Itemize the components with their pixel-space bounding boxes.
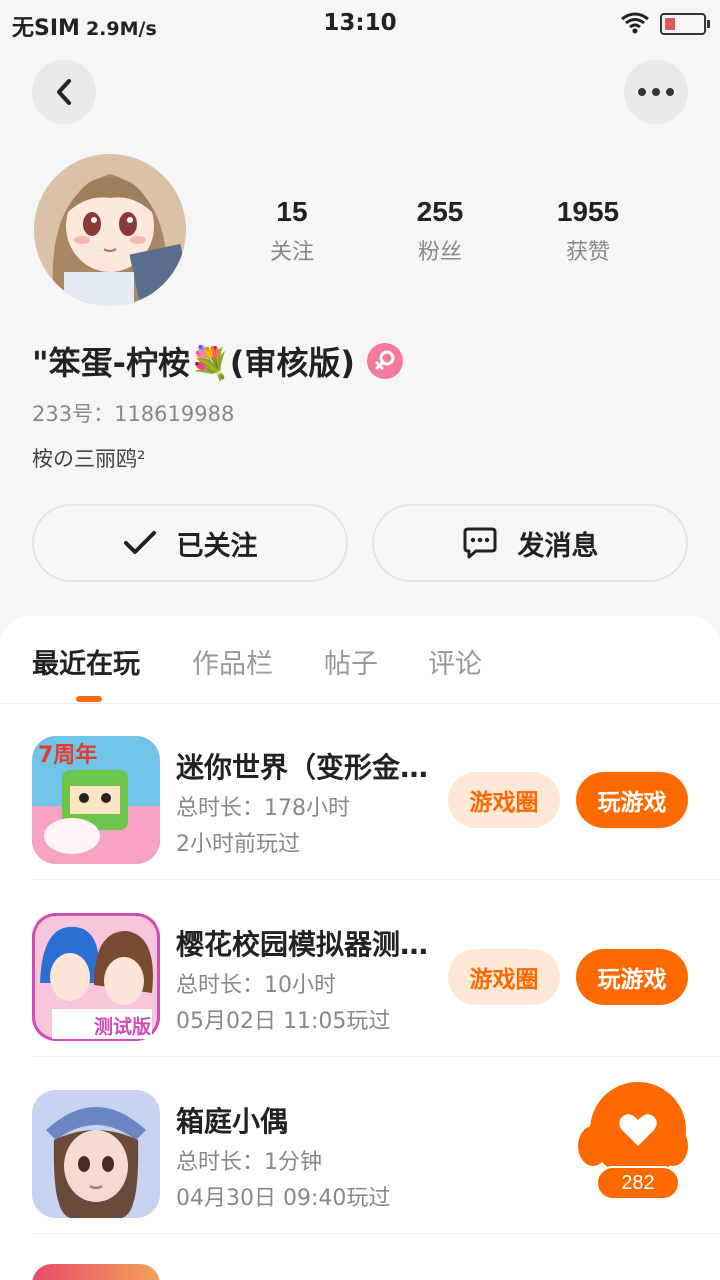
chevron-left-icon — [57, 79, 71, 105]
wifi-icon — [621, 12, 649, 34]
tab-works[interactable]: 作品栏 — [192, 642, 273, 681]
game-row[interactable]: 7周年 迷你世界（变形金… 总时长：178小时 2小时前玩过 游戏圈 玩游戏 — [32, 704, 720, 880]
divider — [32, 1056, 720, 1057]
game-total-time: 总时长：10小时 — [176, 973, 336, 998]
play-game-button[interactable]: 玩游戏 — [576, 949, 688, 1005]
game-total-time: 总时长：178小时 — [176, 796, 350, 821]
stat-number: 255 — [416, 196, 464, 227]
tab-recently-played[interactable]: 最近在玩 — [32, 642, 140, 681]
check-icon — [123, 531, 156, 554]
like-count: 282 — [596, 1166, 680, 1200]
game-icon-sakura-school: 测试版 — [32, 913, 160, 1041]
following-button[interactable]: 已关注 — [32, 504, 348, 582]
heart-icon — [619, 1114, 657, 1146]
game-circle-button[interactable]: 游戏圈 — [448, 949, 560, 1005]
user-id: 233号：118619988 — [32, 402, 235, 426]
username-row: "笨蛋-柠桉💐(审核版) — [32, 338, 404, 384]
stat-label: 获赞 — [565, 240, 610, 265]
divider — [32, 1233, 720, 1234]
more-button[interactable] — [624, 60, 688, 124]
battery-icon — [660, 13, 710, 35]
game-last-played: 2小时前玩过 — [176, 832, 300, 857]
stat-number: 1955 — [556, 196, 620, 227]
game-total-time: 总时长：1分钟 — [176, 1150, 322, 1175]
game-circle-button[interactable]: 游戏圈 — [448, 772, 560, 828]
game-last-played: 05月02日 11:05玩过 — [176, 1009, 391, 1034]
stat-label: 粉丝 — [417, 240, 462, 265]
status-time: 13:10 — [323, 10, 397, 36]
profile-stats: 15 关注 255 粉丝 1955 获赞 — [218, 196, 662, 266]
stat-likes[interactable]: 1955 获赞 — [514, 196, 662, 266]
svg-text:7周年: 7周年 — [38, 742, 97, 768]
like-floating-button[interactable]: 282 — [578, 1082, 688, 1202]
send-message-button[interactable]: 发消息 — [372, 504, 688, 582]
game-icon-partial — [32, 1264, 160, 1280]
stat-following[interactable]: 15 关注 — [218, 196, 366, 266]
game-row[interactable]: 测试版 樱花校园模拟器测… 总时长：10小时 05月02日 11:05玩过 游戏… — [32, 881, 720, 1057]
tab-posts[interactable]: 帖子 — [324, 642, 378, 681]
game-name: 樱花校园模拟器测… — [176, 928, 426, 961]
chat-bubble-icon — [463, 527, 496, 559]
tab-indicator — [76, 696, 102, 702]
game-icon-mini-world: 7周年 — [32, 736, 160, 864]
send-message-label: 发消息 — [517, 530, 599, 562]
game-name: 迷你世界（变形金… — [176, 751, 426, 784]
play-game-button[interactable]: 玩游戏 — [576, 772, 688, 828]
tab-comments[interactable]: 评论 — [428, 642, 482, 681]
following-label: 已关注 — [176, 530, 258, 562]
avatar[interactable] — [34, 154, 186, 306]
svg-text:测试版: 测试版 — [94, 1015, 151, 1038]
game-icon-box-doll — [32, 1090, 160, 1218]
stat-number: 15 — [276, 196, 308, 227]
more-dots-icon — [638, 88, 674, 96]
avatar-image — [34, 154, 186, 306]
status-bar: 无SIM 2.9M/s 13:10 — [0, 0, 720, 50]
game-name: 箱庭小偶 — [176, 1105, 289, 1138]
stat-fans[interactable]: 255 粉丝 — [366, 196, 514, 266]
game-last-played: 04月30日 09:40玩过 — [176, 1186, 391, 1211]
stat-label: 关注 — [269, 240, 314, 265]
user-bio: 桉の三丽鸥² — [32, 447, 146, 471]
back-button[interactable] — [32, 60, 96, 124]
tab-bar: 最近在玩 作品栏 帖子 评论 — [0, 616, 720, 704]
female-icon — [367, 343, 404, 379]
divider — [32, 879, 720, 880]
username: "笨蛋-柠桉💐(审核版) — [32, 344, 356, 382]
